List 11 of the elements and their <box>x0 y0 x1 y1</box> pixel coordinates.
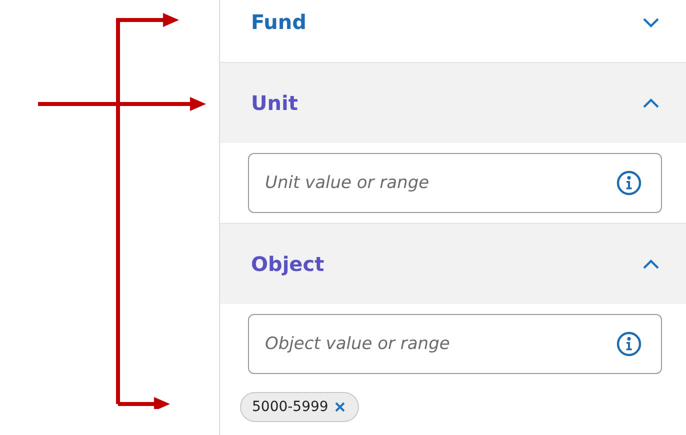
info-icon[interactable] <box>616 331 642 357</box>
section-header[interactable]: Unit <box>220 63 686 143</box>
chip-label: 5000-5999 <box>252 399 328 415</box>
input-field[interactable]: Object value or range <box>248 314 662 374</box>
chevron-up-icon <box>642 98 660 108</box>
chevron-down-icon <box>642 16 660 28</box>
info-icon[interactable] <box>616 170 642 196</box>
input-field[interactable]: Unit value or range <box>248 153 662 213</box>
close-icon[interactable] <box>334 401 346 413</box>
chevron-up-icon <box>642 258 660 270</box>
section-header[interactable]: Object <box>220 224 686 304</box>
